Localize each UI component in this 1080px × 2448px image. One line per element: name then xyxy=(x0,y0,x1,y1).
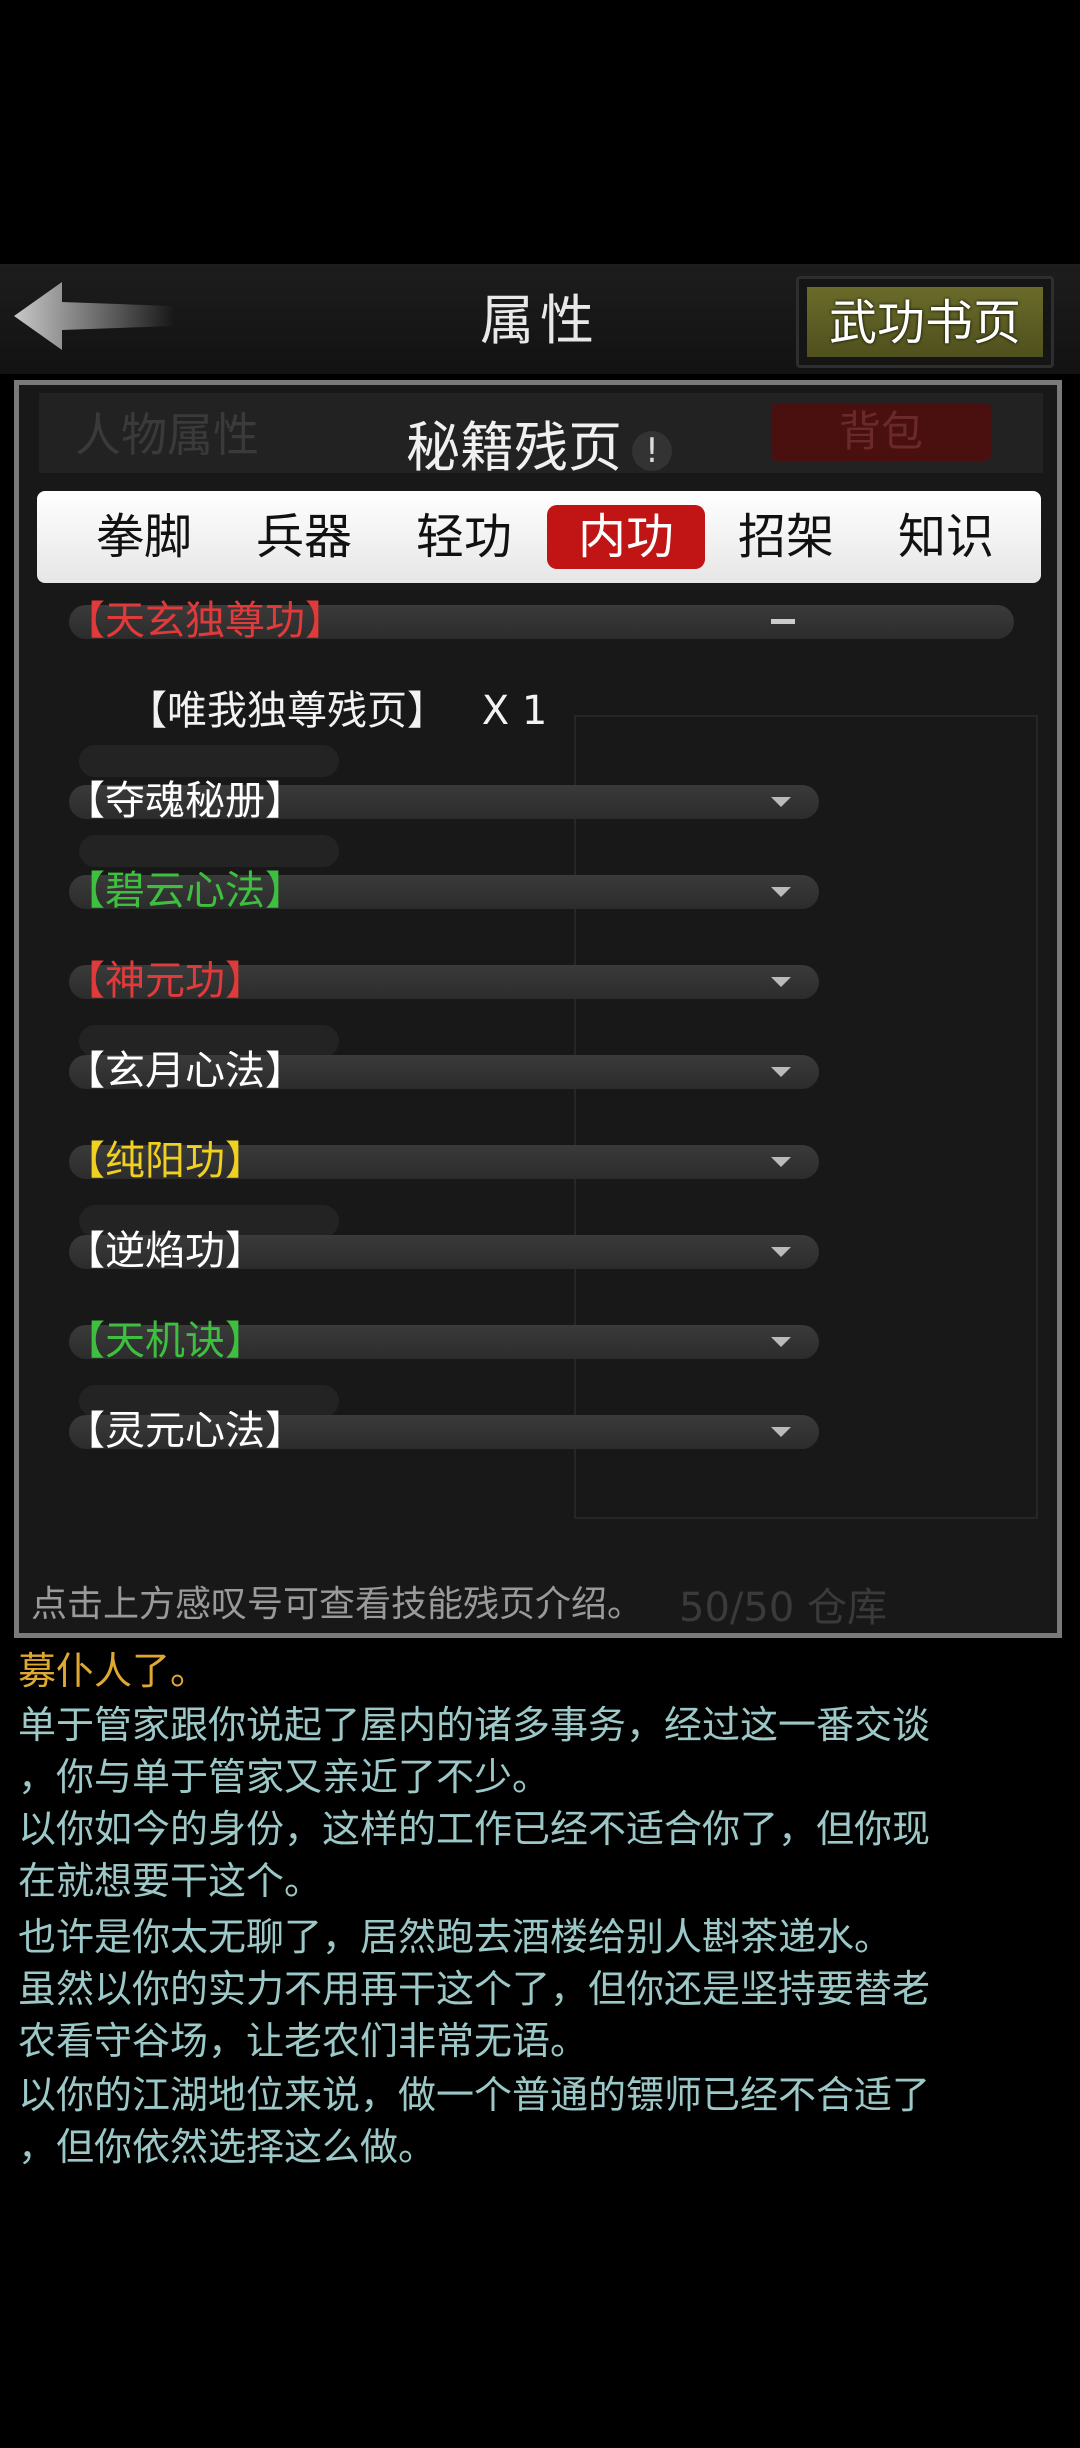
story-log-line: 募仆人了。 xyxy=(18,1649,209,1693)
story-log-line: 也许是你太无聊了，居然跑去酒楼给别人斟茶递水。 xyxy=(18,1915,893,1959)
fragment-title-text: 秘籍残页 xyxy=(406,416,622,479)
category-tab-2[interactable]: 轻功 xyxy=(385,505,543,569)
info-exclamation-icon[interactable]: ! xyxy=(632,431,672,472)
martial-book-page-button[interactable]: 武功书页 xyxy=(796,276,1054,368)
story-log-line: 在就想要干这个。 xyxy=(18,1859,323,1903)
hint-text: 点击上方感叹号可查看技能残页介绍。 xyxy=(31,1584,644,1625)
chevron-down-icon[interactable] xyxy=(771,797,791,807)
chevron-down-icon[interactable] xyxy=(771,1157,791,1167)
martial-book-page-label: 武功书页 xyxy=(807,287,1043,357)
fragment-row-label: 【纯阳功】 xyxy=(65,1138,265,1184)
fragment-row-label: 【逆焰功】 xyxy=(65,1228,265,1274)
background-ghost-bar xyxy=(79,835,339,867)
fragment-title: 秘籍残页! xyxy=(19,403,1057,482)
story-log-line: 虽然以你的实力不用再干这个了，但你还是坚持要替老 xyxy=(18,1967,931,2011)
chevron-down-icon[interactable] xyxy=(771,1337,791,1347)
story-log-line: ，你与单于管家又亲近了不少。 xyxy=(18,1755,551,1799)
category-tab-0[interactable]: 拳脚 xyxy=(65,505,223,569)
fragment-detail-count: X 1 xyxy=(481,688,548,734)
story-log-line: 以你的江湖地位来说，做一个普通的镖师已经不合适了 xyxy=(18,2073,931,2117)
fragment-row-label: 【天机诀】 xyxy=(65,1318,265,1364)
collapse-icon[interactable] xyxy=(771,619,795,624)
category-tab-4[interactable]: 招架 xyxy=(707,505,865,569)
fragment-panel: 50/50 仓库 人物属性 背包 秘籍残页! 拳脚 兵器 轻功 内功 招架 知识 【唯我独… xyxy=(14,380,1062,1638)
story-log-line: 农看守谷场，让老农们非常无语。 xyxy=(18,2019,589,2063)
fragment-row-label: 【玄月心法】 xyxy=(65,1048,305,1094)
chevron-down-icon[interactable] xyxy=(771,1067,791,1077)
background-ghost-table xyxy=(574,715,1038,1519)
chevron-down-icon[interactable] xyxy=(771,1427,791,1437)
fragment-row-label: 【碧云心法】 xyxy=(65,868,305,914)
chevron-down-icon[interactable] xyxy=(771,887,791,897)
fragment-row-label: 【天玄独尊功】 xyxy=(65,598,345,644)
category-tab-1[interactable]: 兵器 xyxy=(225,505,383,569)
background-capacity-text: 50/50 仓库 xyxy=(679,1585,887,1631)
fragment-row-label: 【夺魂秘册】 xyxy=(65,778,305,824)
chevron-down-icon[interactable] xyxy=(771,977,791,987)
story-log-line: 以你如今的身份，这样的工作已经不适合你了，但你现 xyxy=(18,1807,931,1851)
fragment-detail-name: 【唯我独尊残页】 xyxy=(127,688,447,734)
story-log-line: 单于管家跟你说起了屋内的诸多事务，经过这一番交谈 xyxy=(18,1703,931,1747)
category-tab-3[interactable]: 内功 xyxy=(547,505,705,569)
background-ghost-bar xyxy=(79,745,339,777)
fragment-detail: 【唯我独尊残页】 X 1 xyxy=(127,687,547,735)
fragment-row-label: 【灵元心法】 xyxy=(65,1408,305,1454)
chevron-down-icon[interactable] xyxy=(771,1247,791,1257)
category-tab-5[interactable]: 知识 xyxy=(867,505,1025,569)
fragment-row-label: 【神元功】 xyxy=(65,958,265,1004)
story-log-line: ，但你依然选择这么做。 xyxy=(18,2125,437,2169)
